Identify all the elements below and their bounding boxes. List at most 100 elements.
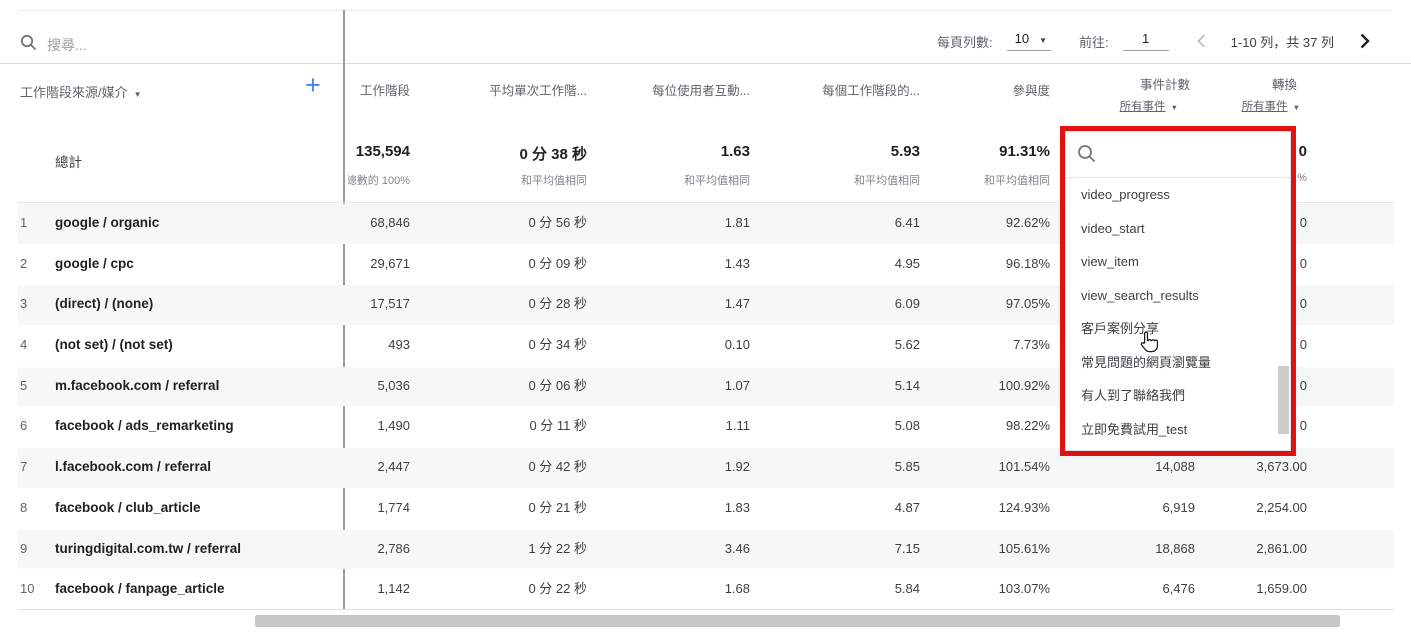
- dropdown-scrollbar[interactable]: [1278, 366, 1289, 434]
- prev-page-button[interactable]: [1191, 33, 1211, 49]
- cell-per_session: 7.15: [894, 540, 920, 556]
- search-icon: [20, 34, 37, 56]
- totals-sessions: 135,594: [355, 143, 410, 160]
- pagination-range: 1-10 列，共 37 列: [1230, 34, 1334, 50]
- dimension-header-source-medium[interactable]: 工作階段來源/媒介: [20, 82, 142, 101]
- chevron-down-icon: [1039, 31, 1047, 46]
- totals-per-session-sub: 和平均值相同: [854, 175, 920, 187]
- cell-events: 18,868: [1155, 540, 1195, 556]
- row-source-medium: l.facebook.com / referral: [55, 459, 212, 475]
- cell-per_user: 1.83: [724, 499, 750, 515]
- cell-events: 6,476: [1162, 581, 1195, 597]
- row-index: 3: [20, 296, 28, 312]
- cell-per_session: 5.14: [894, 377, 920, 393]
- event-count-filter[interactable]: 所有事件: [1120, 98, 1178, 114]
- search-input[interactable]: 搜尋...: [47, 35, 87, 55]
- col-header-event-count[interactable]: 事件計數: [1140, 74, 1190, 93]
- cell-sessions: 493: [388, 337, 410, 353]
- event-count-filter-label: 所有事件: [1119, 101, 1166, 113]
- cell-duration: 0 分 28 秒: [528, 296, 587, 312]
- cell-conversions: 0: [1299, 296, 1307, 312]
- totals-sessions-sub: 總數的 100%: [348, 175, 410, 187]
- cell-engagement: 92.62%: [1005, 215, 1050, 230]
- cell-per_session: 5.62: [894, 337, 920, 353]
- cell-sessions: 1,490: [377, 418, 410, 434]
- goto-label: 前往:: [1079, 34, 1109, 50]
- totals-engagement-sub: 和平均值相同: [984, 175, 1050, 187]
- cell-per_session: 4.87: [894, 499, 920, 515]
- cell-per_session: 5.08: [894, 418, 920, 434]
- cell-duration: 0 分 22 秒: [528, 581, 587, 597]
- col-header-engagement[interactable]: 參與度: [1012, 80, 1050, 99]
- cell-duration: 0 分 56 秒: [528, 215, 587, 230]
- row-source-medium: (direct) / (none): [55, 296, 154, 312]
- event-filter-option[interactable]: view_search_results: [1066, 279, 1290, 313]
- row-source-medium: google / organic: [55, 215, 160, 230]
- analytics-table-screen: 搜尋... 每頁列數: 10 前往: 1 1-10 列，共 37 列 工作階段來…: [0, 0, 1411, 637]
- cell-sessions: 2,786: [377, 540, 410, 556]
- annotation-red-box: video_progress video_start view_item view_s…: [1060, 126, 1296, 456]
- cell-sessions: 1,142: [377, 581, 410, 597]
- cell-per_session: 6.09: [894, 296, 920, 312]
- event-filter-option[interactable]: video_progress: [1066, 178, 1290, 212]
- cell-conversions: 0: [1299, 215, 1307, 230]
- dropdown-search-input[interactable]: [1066, 132, 1290, 178]
- row-source-medium: turingdigital.com.tw / referral: [55, 540, 242, 556]
- horizontal-scrollbar[interactable]: [255, 615, 1340, 627]
- cell-per_user: 3.46: [724, 540, 750, 556]
- cell-per_session: 6.41: [894, 215, 920, 230]
- row-source-medium: (not set) / (not set): [55, 337, 173, 353]
- rows-per-page-select[interactable]: 10: [1006, 31, 1052, 51]
- col-header-per-session[interactable]: 每個工作階段的...: [822, 80, 920, 99]
- cell-conversions: 0: [1299, 255, 1307, 271]
- table-search[interactable]: 搜尋...: [20, 34, 87, 56]
- event-filter-option[interactable]: video_start: [1066, 212, 1290, 246]
- cell-duration: 0 分 42 秒: [528, 459, 587, 475]
- cell-duration: 0 分 11 秒: [529, 418, 587, 434]
- cell-engagement: 98.22%: [1005, 418, 1050, 434]
- cell-sessions: 29,671: [370, 255, 410, 271]
- col-header-avg-duration[interactable]: 平均單次工作階...: [489, 80, 587, 99]
- cell-per_session: 5.85: [894, 459, 920, 475]
- totals-label: 總計: [55, 155, 82, 170]
- table-row[interactable]: 10 facebook / fanpage_article 1,142 0 分 22 …: [0, 569, 1411, 610]
- cell-per_user: 1.68: [724, 581, 750, 597]
- cell-conversions: 1,659.00: [1256, 581, 1307, 597]
- row-index: 5: [20, 377, 28, 393]
- cell-engagement: 103.07%: [998, 581, 1050, 597]
- totals-sessions-sub-clip: 總數的 100%: [348, 172, 410, 187]
- event-filter-option[interactable]: 立即免費試用_test: [1066, 413, 1290, 447]
- cell-conversions: 0: [1299, 418, 1307, 434]
- totals-conversions-fragment: 0: [1298, 143, 1307, 160]
- col-header-sessions[interactable]: 工作階段: [360, 80, 410, 99]
- conversions-filter[interactable]: 所有事件: [1242, 98, 1300, 114]
- row-source-medium: google / cpc: [55, 255, 134, 271]
- event-filter-option[interactable]: view_item: [1066, 245, 1290, 279]
- row-index: 4: [20, 337, 28, 353]
- table-row[interactable]: 9 turingdigital.com.tw / referral 2,786 1 分…: [0, 529, 1411, 570]
- event-filter-option[interactable]: 客戶案例分享: [1066, 312, 1290, 346]
- cell-per_session: 5.84: [894, 581, 920, 597]
- goto-page-input[interactable]: 1: [1122, 31, 1169, 51]
- cell-per_user: 1.07: [724, 377, 750, 393]
- cell-per_user: 1.47: [724, 296, 750, 312]
- cell-events: 6,919: [1162, 499, 1195, 515]
- table-row[interactable]: 8 facebook / club_article 1,774 0 分 21 秒 1.8…: [0, 488, 1411, 529]
- row-source-medium: facebook / ads_remarketing: [55, 418, 234, 434]
- add-column-button[interactable]: [305, 72, 321, 99]
- row-index: 9: [20, 540, 28, 556]
- totals-conversions-sub-fragment: %: [1297, 172, 1307, 184]
- event-filter-option[interactable]: 有人到了聯絡我們: [1066, 379, 1290, 413]
- col-header-conversions[interactable]: 轉換: [1272, 74, 1297, 93]
- next-page-button[interactable]: [1354, 32, 1375, 50]
- cell-engagement: 96.18%: [1005, 255, 1050, 271]
- cell-duration: 0 分 06 秒: [528, 377, 587, 393]
- cell-duration: 0 分 09 秒: [528, 255, 587, 271]
- col-header-interactions-per-user[interactable]: 每位使用者互動...: [652, 80, 750, 99]
- event-filter-option[interactable]: 常見問題的網頁瀏覽量: [1066, 346, 1290, 380]
- event-filter-options: video_progress video_start view_item view_s…: [1066, 178, 1290, 446]
- cell-sessions: 68,846: [370, 215, 410, 230]
- table-bottom-divider: [18, 609, 1394, 610]
- cell-engagement: 97.05%: [1005, 296, 1050, 312]
- row-source-medium: facebook / club_article: [55, 499, 201, 515]
